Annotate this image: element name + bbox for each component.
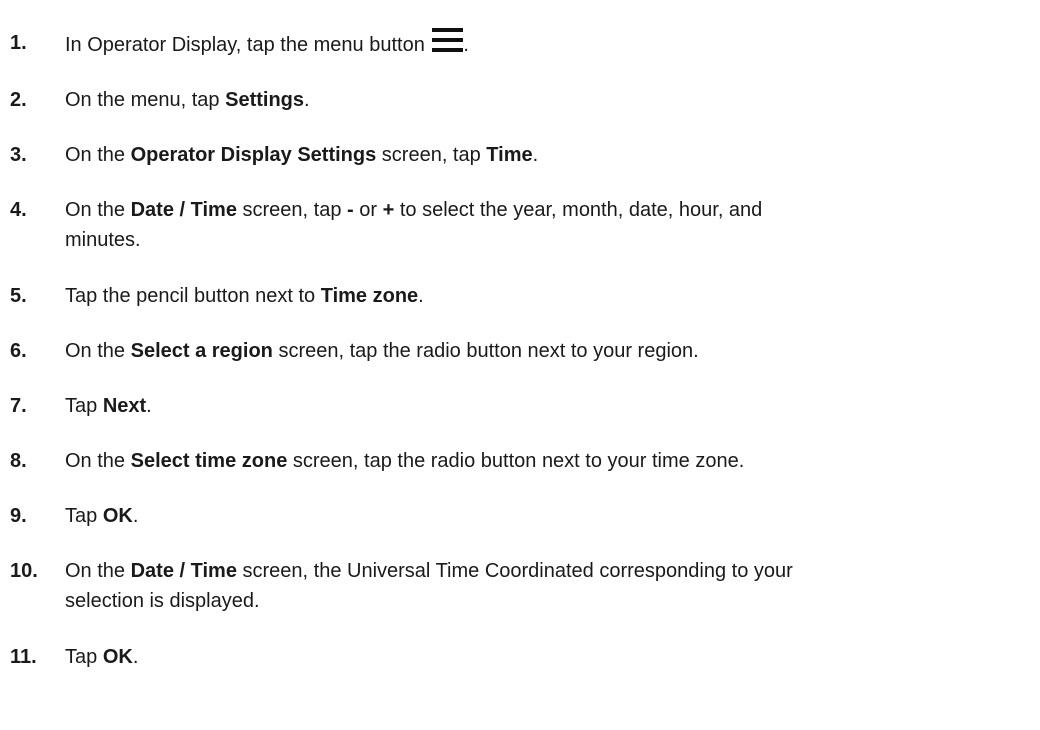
- step-text-part: Tap the pencil button next to: [65, 285, 321, 307]
- menu-icon: [432, 28, 464, 52]
- step-text: In Operator Display, tap the menu button…: [65, 28, 795, 60]
- ui-term: -: [347, 199, 354, 221]
- ui-term: Next: [102, 395, 147, 417]
- step-number: 4.: [10, 199, 27, 221]
- step-text-part: .: [132, 646, 139, 668]
- step-text-part: In Operator Display, tap the menu button: [65, 34, 431, 56]
- ui-term: Select time zone: [130, 450, 288, 472]
- ui-term: Settings: [225, 89, 305, 111]
- ui-term: Select a region: [130, 340, 273, 362]
- step-text-part: .: [304, 89, 310, 111]
- step-text-part: .: [132, 505, 139, 527]
- step-text-part: screen, tap: [236, 199, 348, 221]
- ui-term: +: [382, 199, 395, 221]
- ui-term: OK: [102, 505, 133, 527]
- step-text-part: On the: [65, 340, 131, 362]
- step-11: 11. Tap OK.: [0, 642, 1040, 672]
- step-number: 11.: [10, 646, 37, 668]
- step-text: On the Select time zone screen, tap the …: [65, 446, 795, 476]
- step-text: Tap OK.: [65, 501, 795, 531]
- step-text-part: screen, tap: [376, 144, 487, 166]
- step-number: 6.: [10, 340, 27, 362]
- step-text-part: or: [353, 199, 383, 221]
- step-4: 4. On the Date / Time screen, tap - or +…: [0, 195, 1040, 255]
- ui-term: Time: [486, 144, 533, 166]
- step-text: Tap Next.: [65, 391, 795, 421]
- step-number: 5.: [10, 285, 27, 307]
- step-1: 1. In Operator Display, tap the menu but…: [0, 28, 1040, 60]
- step-text-part: On the: [65, 560, 131, 582]
- step-10: 10. On the Date / Time screen, the Unive…: [0, 556, 1040, 616]
- step-text-part: Tap: [65, 646, 103, 668]
- step-number: 3.: [10, 144, 27, 166]
- step-number: 7.: [10, 395, 27, 417]
- step-text-part: .: [532, 144, 539, 166]
- step-number: 10.: [10, 560, 38, 582]
- ui-term: Date / Time: [130, 199, 237, 221]
- step-text-part: On the: [65, 450, 131, 472]
- step-2: 2. On the menu, tap Settings.: [0, 85, 1040, 115]
- ui-term: OK: [102, 646, 133, 668]
- step-text: On the Date / Time screen, tap - or + to…: [65, 195, 795, 255]
- step-text-part: .: [146, 395, 152, 417]
- ui-term: Time zone: [320, 285, 419, 307]
- step-number: 1.: [10, 32, 27, 54]
- step-number: 9.: [10, 505, 27, 527]
- step-text: On the Date / Time screen, the Universal…: [65, 556, 795, 616]
- step-5: 5. Tap the pencil button next to Time zo…: [0, 281, 1040, 311]
- step-text: On the Select a region screen, tap the r…: [65, 336, 795, 366]
- step-text-part: On the menu, tap: [65, 89, 226, 111]
- step-text-part: screen, tap the radio button next to you…: [272, 340, 699, 362]
- ui-term: Operator Display Settings: [130, 144, 377, 166]
- instruction-steps-list: 1. In Operator Display, tap the menu but…: [0, 0, 1040, 672]
- step-3: 3. On the Operator Display Settings scre…: [0, 140, 1040, 170]
- step-text-part: .: [463, 34, 469, 56]
- step-text: Tap OK.: [65, 642, 795, 672]
- step-8: 8. On the Select time zone screen, tap t…: [0, 446, 1040, 476]
- step-text-part: Tap: [65, 395, 103, 417]
- step-number: 2.: [10, 89, 27, 111]
- ui-term: Date / Time: [130, 560, 237, 582]
- step-text-part: .: [418, 285, 424, 307]
- step-text-part: screen, tap the radio button next to you…: [287, 450, 745, 472]
- step-text-part: Tap: [65, 505, 103, 527]
- step-6: 6. On the Select a region screen, tap th…: [0, 336, 1040, 366]
- step-7: 7. Tap Next.: [0, 391, 1040, 421]
- step-number: 8.: [10, 450, 27, 472]
- step-text: Tap the pencil button next to Time zone.: [65, 281, 795, 311]
- step-text: On the Operator Display Settings screen,…: [65, 140, 795, 170]
- step-text-part: On the: [65, 199, 131, 221]
- step-text-part: On the: [65, 144, 131, 166]
- step-text: On the menu, tap Settings.: [65, 85, 795, 115]
- step-9: 9. Tap OK.: [0, 501, 1040, 531]
